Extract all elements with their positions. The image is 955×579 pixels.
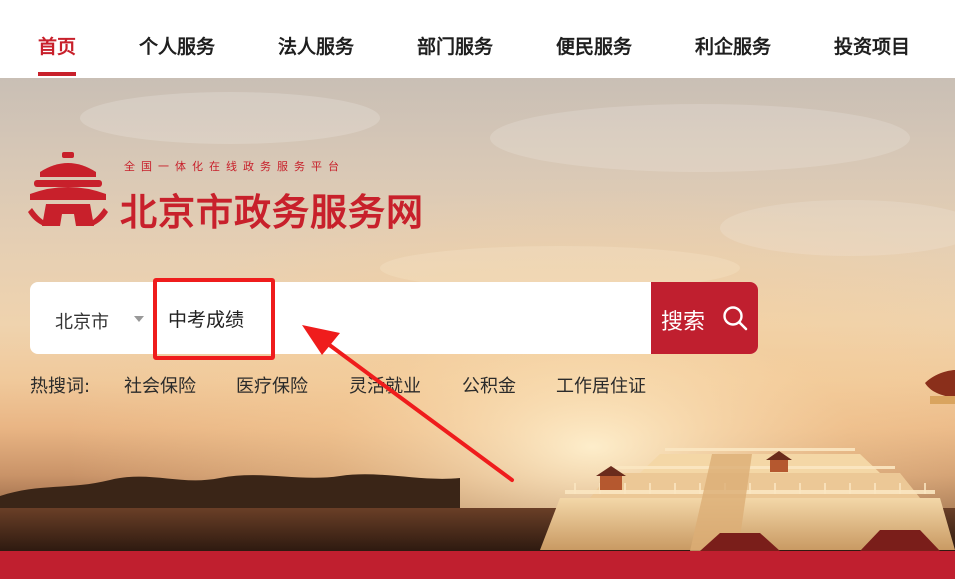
page: 首页 个人服务 法人服务 部门服务 便民服务 利企服务 投资项目 全国一体化在线… <box>0 0 955 579</box>
annotation-arrow-icon <box>302 325 514 482</box>
